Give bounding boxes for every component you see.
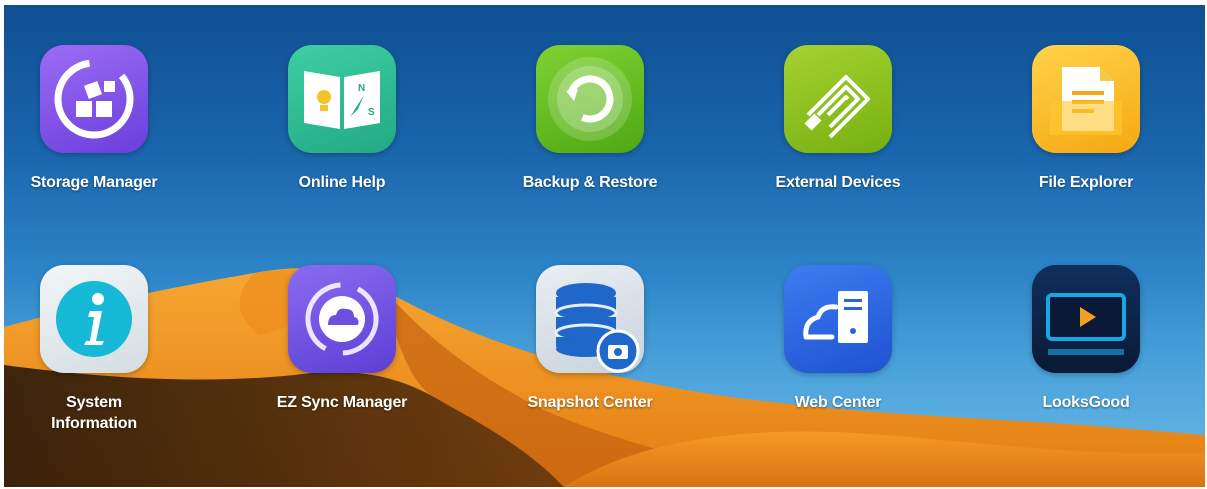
app-label: System Information [51, 394, 137, 432]
svg-text:S: S [368, 107, 375, 118]
snapshot-center-icon [536, 265, 644, 373]
app-file-explorer[interactable]: File Explorer [1006, 45, 1166, 193]
app-label: Web Center [794, 394, 882, 411]
app-ez-sync-manager[interactable]: EZ Sync Manager [262, 265, 422, 413]
svg-text:N: N [358, 83, 365, 94]
app-label: EZ Sync Manager [276, 394, 408, 411]
app-web-center[interactable]: Web Center [758, 265, 918, 413]
app-label: Storage Manager [30, 174, 158, 191]
backup-restore-icon [536, 45, 644, 153]
app-online-help[interactable]: N S Online Help [262, 45, 422, 193]
storage-manager-icon [40, 45, 148, 153]
external-devices-icon [784, 45, 892, 153]
system-information-icon [40, 265, 148, 373]
app-label: Snapshot Center [527, 394, 653, 411]
looksgood-icon [1032, 265, 1140, 373]
app-looksgood[interactable]: LooksGood [1006, 265, 1166, 413]
app-storage-manager[interactable]: Storage Manager [14, 45, 174, 193]
app-label: File Explorer [1038, 174, 1134, 191]
ez-sync-manager-icon [288, 265, 396, 373]
app-label: External Devices [775, 174, 901, 191]
app-backup-restore[interactable]: Backup & Restore [510, 45, 670, 193]
app-label: Online Help [298, 174, 386, 191]
app-snapshot-center[interactable]: Snapshot Center [510, 265, 670, 413]
app-label: LooksGood [1042, 394, 1130, 411]
app-label: Backup & Restore [522, 174, 658, 191]
web-center-icon [784, 265, 892, 373]
app-external-devices[interactable]: External Devices [758, 45, 918, 193]
app-system-information[interactable]: System Information [14, 265, 174, 434]
online-help-icon: N S [288, 45, 396, 153]
file-explorer-icon [1032, 45, 1140, 153]
